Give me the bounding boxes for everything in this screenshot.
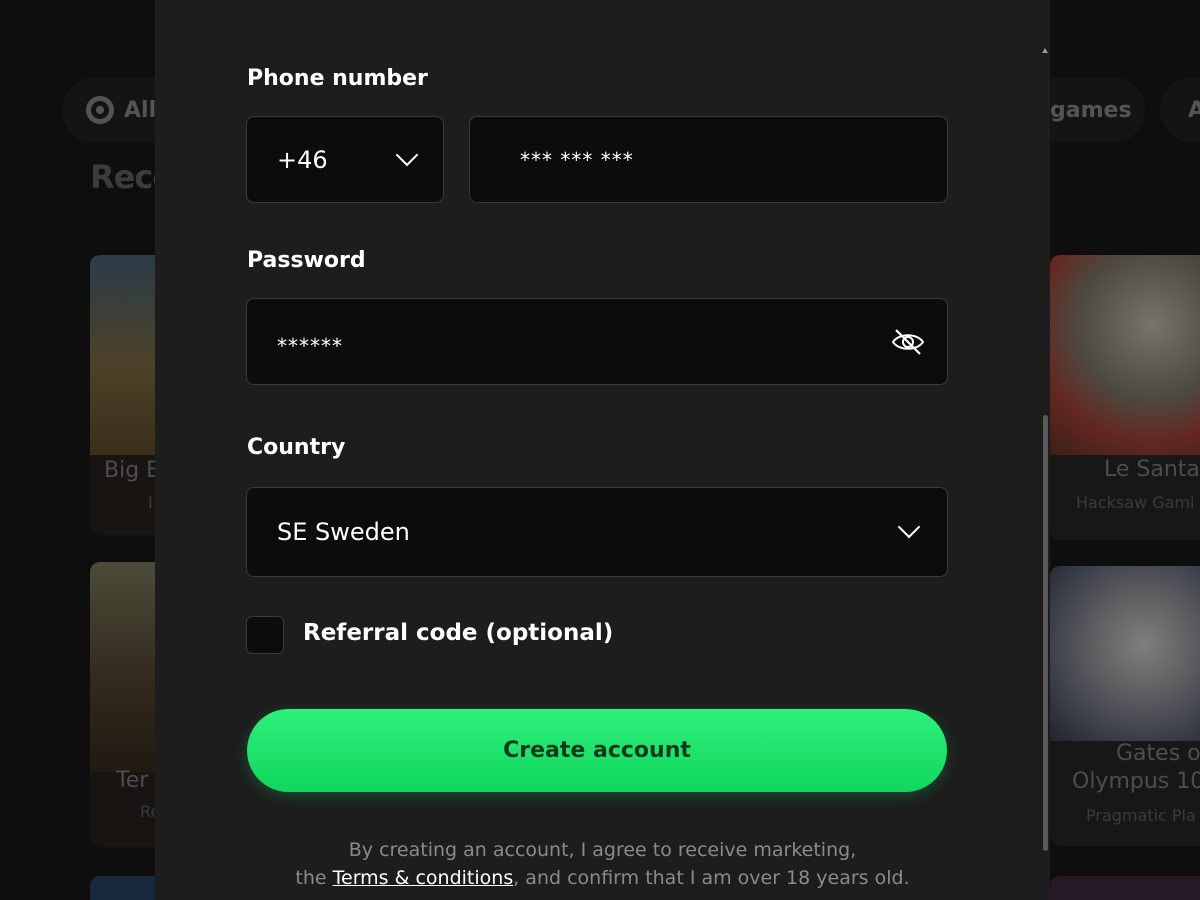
country-select[interactable]: SE Sweden xyxy=(246,487,948,577)
scroll-up-arrow[interactable] xyxy=(1042,48,1048,53)
game-card[interactable]: Le Santa Hacksaw Gami xyxy=(1050,255,1200,540)
password-value: ****** xyxy=(277,333,343,358)
phone-number-value: *** *** *** xyxy=(520,147,634,172)
game-card[interactable] xyxy=(1050,876,1200,900)
filter-pill-label: A xyxy=(1188,97,1200,123)
game-card[interactable]: Gates of Olympus 10 Pragmatic Pla xyxy=(1050,566,1200,846)
game-card-title-line2: Olympus 10 xyxy=(1072,769,1200,794)
filter-pill-label: All xyxy=(124,97,157,123)
password-label: Password xyxy=(247,248,366,273)
filter-pill-a[interactable]: A xyxy=(1160,77,1200,143)
disclaimer-suffix: , and confirm that I am over 18 years ol… xyxy=(513,867,910,889)
scrollbar-thumb[interactable] xyxy=(1043,415,1048,851)
referral-label[interactable]: Referral code (optional) xyxy=(303,620,613,646)
chevron-down-icon xyxy=(395,143,419,167)
country-label: Country xyxy=(247,435,346,460)
game-card-art xyxy=(1050,566,1200,741)
signup-modal: Phone number +46 *** *** *** Password **… xyxy=(155,0,1050,900)
phone-number-input[interactable]: *** *** *** xyxy=(469,116,948,203)
game-card-provider: Pragmatic Pla xyxy=(1086,806,1196,825)
country-code-select[interactable]: +46 xyxy=(246,116,444,203)
disclaimer-prefix: the xyxy=(295,867,327,889)
country-code-value: +46 xyxy=(277,145,328,174)
game-card-title: Le Santa xyxy=(1104,457,1200,482)
password-input[interactable]: ****** xyxy=(246,298,948,385)
create-account-button[interactable]: Create account xyxy=(247,709,947,792)
phone-number-label: Phone number xyxy=(247,66,428,91)
game-card-art xyxy=(1050,255,1200,455)
referral-checkbox[interactable] xyxy=(246,616,284,654)
game-card-provider: Hacksaw Gami xyxy=(1076,493,1195,512)
filter-pill-label: games xyxy=(1050,97,1132,123)
eye-off-icon[interactable] xyxy=(891,328,925,356)
target-icon xyxy=(86,96,114,124)
game-card-title: Gates of xyxy=(1116,741,1200,766)
disclaimer-line-1: By creating an account, I agree to recei… xyxy=(348,839,857,861)
disclaimer-line-2: the Terms & conditions, and confirm that… xyxy=(155,864,1050,892)
terms-link[interactable]: Terms & conditions xyxy=(333,867,514,889)
chevron-down-icon xyxy=(897,515,921,539)
country-value: SE Sweden xyxy=(277,518,410,546)
